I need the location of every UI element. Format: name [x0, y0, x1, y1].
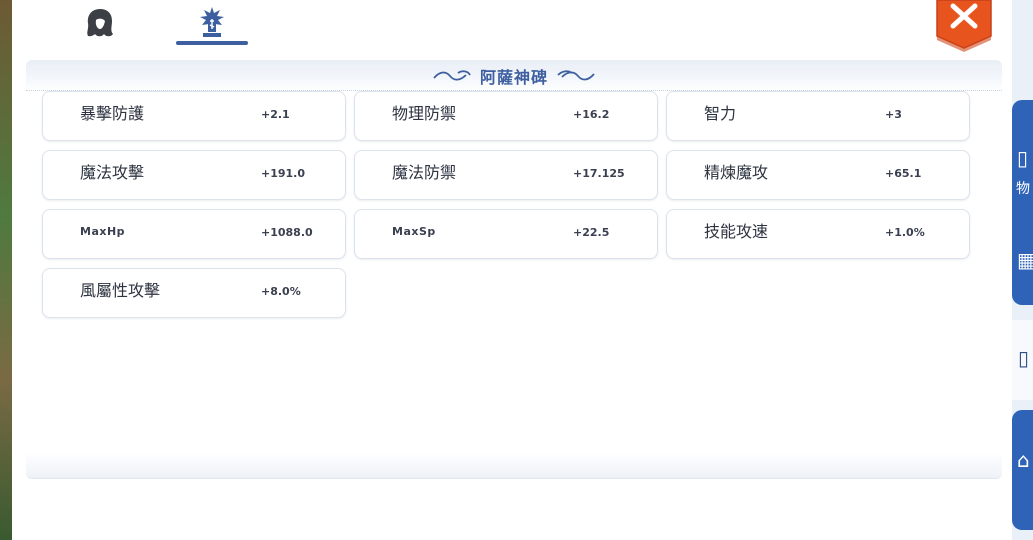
stat-value: +22.5: [573, 226, 610, 239]
stat-cell: 物理防禦 +16.2: [354, 91, 658, 141]
document-icon: ▯: [1018, 346, 1030, 370]
stat-cell: 暴擊防護 +2.1: [42, 91, 346, 141]
stat-cell: 技能攻速 +1.0%: [666, 209, 970, 259]
grid-icon: ▦: [1017, 248, 1033, 272]
stat-cell: 魔法防禦 +17.125: [354, 150, 658, 200]
ornament-left-icon: [433, 70, 471, 81]
home-icon: ⌂: [1017, 448, 1030, 472]
stat-value: +1088.0: [261, 226, 313, 239]
book-icon: ▯: [1017, 146, 1029, 170]
stat-cell: 風屬性攻擊 +8.0%: [42, 268, 346, 318]
stat-value: +191.0: [261, 167, 306, 180]
stat-cell: MaxHp +1088.0: [42, 209, 346, 259]
stat-name: MaxSp: [392, 225, 436, 238]
stat-value: +17.125: [573, 167, 625, 180]
stat-value: +65.1: [885, 167, 922, 180]
hero-portrait-icon: [87, 9, 113, 37]
stat-value: +1.0%: [885, 226, 925, 239]
ornament-right-icon: [557, 70, 595, 81]
stat-cell: MaxSp +22.5: [354, 209, 658, 259]
panel-footer-band: [26, 452, 1002, 479]
close-button[interactable]: [934, 0, 994, 52]
section-header: 阿薩神碑: [26, 60, 1002, 92]
stat-cell: 魔法攻擊 +191.0: [42, 150, 346, 200]
stat-name: 技能攻速: [704, 222, 769, 241]
monument-stats-panel: 阿薩神碑 暴擊防護 +2.1 物理防禦 +16.2 智力 +3 魔法攻擊 +19…: [12, 0, 1012, 540]
stat-value: +3: [885, 108, 902, 121]
side-button-label: 物: [1016, 181, 1030, 197]
stat-name: 風屬性攻擊: [80, 281, 161, 300]
side-button-top[interactable]: ▯ 物 ▦: [1012, 100, 1033, 305]
home-button[interactable]: ⌂: [1012, 410, 1033, 530]
stat-name: MaxHp: [80, 225, 126, 238]
close-icon: [936, 0, 992, 52]
section-title: 阿薩神碑: [479, 68, 548, 87]
side-button-middle[interactable]: ▯: [1012, 320, 1033, 400]
stat-cell: 智力 +3: [666, 91, 970, 141]
stat-name: 暴擊防護: [80, 104, 145, 123]
tab-hero[interactable]: [70, 0, 130, 46]
stat-name: 精煉魔攻: [704, 163, 769, 182]
stat-name: 魔法防禦: [392, 163, 457, 182]
stat-name: 物理防禦: [392, 104, 457, 123]
stat-cell: 精煉魔攻 +65.1: [666, 150, 970, 200]
monument-icon: [200, 7, 224, 37]
stat-value: +2.1: [261, 108, 290, 121]
tab-active-indicator: [176, 41, 248, 45]
stat-value: +8.0%: [261, 285, 301, 298]
stat-name: 魔法攻擊: [80, 163, 145, 182]
stat-value: +16.2: [573, 108, 610, 121]
stat-name: 智力: [704, 104, 737, 123]
tab-monument[interactable]: [176, 0, 248, 46]
